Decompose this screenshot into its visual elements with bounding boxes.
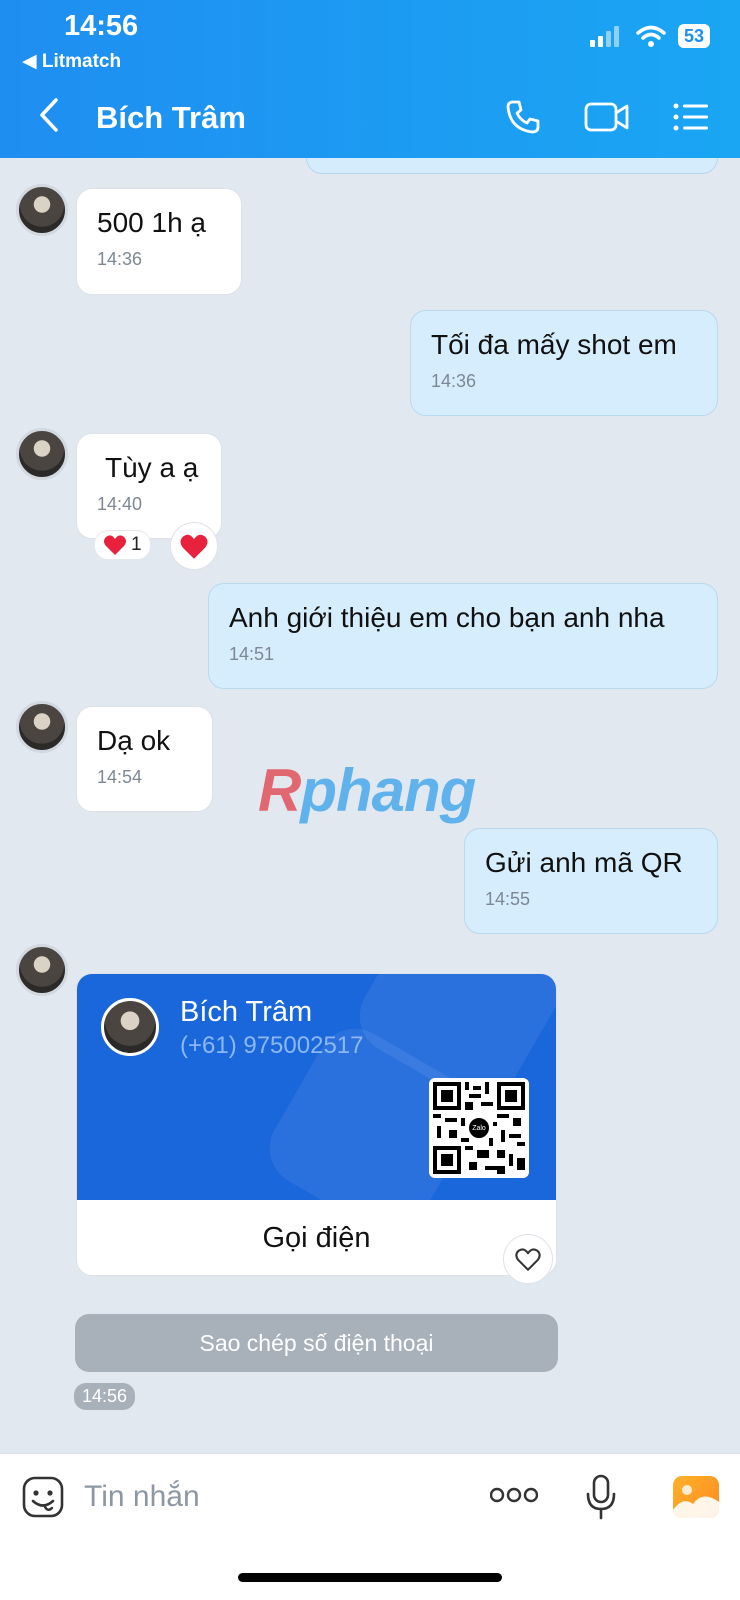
message-time: 14:51 xyxy=(229,644,275,664)
wifi-icon xyxy=(636,25,666,47)
microphone-icon[interactable] xyxy=(584,1474,618,1525)
status-icons: 53 xyxy=(589,24,710,48)
contact-avatar[interactable] xyxy=(16,701,68,753)
message-time: 14:36 xyxy=(431,371,477,391)
message-bubble-outgoing[interactable]: Gửi anh mã QR 14:55 xyxy=(464,828,718,934)
header-actions xyxy=(504,98,710,136)
chat-header: 14:56 ◀ Litmatch 53 Bích Trâm xyxy=(0,0,740,158)
message-time: 14:54 xyxy=(97,767,143,787)
home-indicator[interactable] xyxy=(238,1573,502,1582)
battery-indicator: 53 xyxy=(677,24,710,48)
heart-icon xyxy=(180,534,208,559)
contact-card-header: Bích Trâm (+61) 975002517 Zalo xyxy=(77,974,556,1200)
card-contact-name: Bích Trâm xyxy=(180,996,313,1028)
status-time: 14:56 xyxy=(64,10,139,42)
call-button[interactable]: Gọi điện xyxy=(77,1200,556,1275)
video-call-icon[interactable] xyxy=(584,101,630,133)
react-button[interactable] xyxy=(503,1234,553,1284)
more-options-icon[interactable] xyxy=(489,1486,539,1509)
sticker-icon[interactable] xyxy=(22,1476,64,1523)
card-phone-number: (+61) 975002517 xyxy=(180,1032,364,1059)
message-time: 14:56 xyxy=(74,1383,136,1410)
message-text: Gửi anh mã QR xyxy=(485,847,683,878)
contact-avatar[interactable] xyxy=(16,428,68,480)
react-button[interactable] xyxy=(170,522,218,570)
message-text: Anh giới thiệu em cho bạn anh nha xyxy=(229,602,665,633)
contact-avatar[interactable] xyxy=(16,184,68,236)
message-time: 14:55 xyxy=(485,889,531,909)
contact-name[interactable]: Bích Trâm xyxy=(96,100,246,136)
heart-outline-icon xyxy=(515,1247,541,1271)
cellular-signal-icon xyxy=(589,26,619,47)
gallery-icon[interactable] xyxy=(673,1476,719,1518)
zalo-logo: Zalo xyxy=(467,1116,491,1140)
back-to-app-link[interactable]: ◀ Litmatch xyxy=(22,50,121,73)
message-text: Tối đa mấy shot em xyxy=(431,329,677,360)
menu-list-icon[interactable] xyxy=(672,102,710,132)
phone-icon[interactable] xyxy=(504,98,542,136)
reaction-count: 1 xyxy=(131,534,142,555)
message-time: 14:40 xyxy=(97,494,143,514)
heart-icon xyxy=(104,535,126,555)
card-avatar xyxy=(101,998,159,1056)
message-bubble-outgoing[interactable]: Anh giới thiệu em cho bạn anh nha 14:51 xyxy=(208,583,718,689)
message-text: Dạ ok xyxy=(97,725,171,756)
message-bubble-incoming[interactable]: Dạ ok 14:54 xyxy=(76,706,213,812)
reaction-summary[interactable]: 1 xyxy=(94,530,151,560)
message-list[interactable]: 500 1h ạ 14:36 Tối đa mấy shot em 14:36 … xyxy=(0,158,740,1453)
contact-card[interactable]: Bích Trâm (+61) 975002517 Zalo Gọi điện xyxy=(76,973,557,1276)
message-bubble-outgoing[interactable]: Tối đa mấy shot em 14:36 xyxy=(410,310,718,416)
contact-avatar[interactable] xyxy=(16,944,68,996)
message-time: 14:36 xyxy=(97,249,143,269)
message-text: 500 1h ạ xyxy=(97,207,206,238)
watermark-logo: Rphang xyxy=(258,757,476,824)
copy-phone-button[interactable]: Sao chép số điện thoại xyxy=(75,1314,558,1372)
message-text: Tùy a ạ xyxy=(105,452,199,483)
partial-message-bubble xyxy=(306,158,718,174)
message-bubble-incoming[interactable]: 500 1h ạ 14:36 xyxy=(76,188,242,295)
message-input[interactable]: Tin nhắn xyxy=(84,1480,200,1514)
back-chevron-icon[interactable] xyxy=(36,96,62,139)
qr-code[interactable]: Zalo xyxy=(429,1078,529,1178)
